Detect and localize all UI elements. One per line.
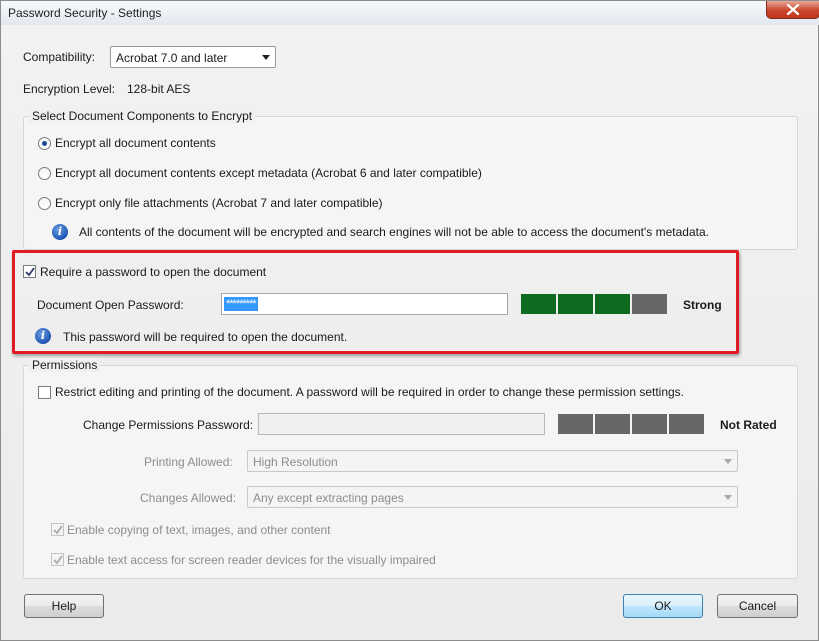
compatibility-label: Compatibility: (23, 50, 96, 64)
title-bar: Password Security - Settings (1, 1, 819, 25)
permissions-group-title: Permissions (29, 358, 101, 372)
changes-allowed-value: Any except extracting pages (253, 491, 404, 505)
enable-screen-reader-label: Enable text access for screen reader dev… (67, 553, 436, 567)
highlight-box (12, 250, 739, 354)
window-title: Password Security - Settings (8, 6, 162, 20)
radio-encrypt-all-label: Encrypt all document contents (55, 136, 216, 150)
permissions-password-strength-text: Not Rated (720, 418, 777, 432)
radio-encrypt-except-metadata-label: Encrypt all document contents except met… (55, 166, 482, 180)
help-button[interactable]: Help (24, 594, 104, 618)
cancel-button[interactable]: Cancel (717, 594, 798, 618)
ok-button[interactable]: OK (623, 594, 703, 618)
encryption-level-label: Encryption Level: (23, 82, 116, 96)
close-button[interactable] (766, 1, 819, 19)
changes-allowed-label: Changes Allowed: (140, 491, 237, 505)
changes-allowed-select[interactable]: Any except extracting pages (247, 486, 738, 508)
password-security-dialog: Password Security - Settings Compatibili… (0, 0, 819, 641)
radio-encrypt-all[interactable] (38, 137, 51, 150)
printing-allowed-select[interactable]: High Resolution (247, 450, 738, 472)
encryption-level-value: 128-bit AES (127, 82, 191, 96)
printing-allowed-label: Printing Allowed: (144, 455, 233, 469)
strength-segment-empty (558, 414, 593, 434)
close-icon (786, 4, 800, 15)
restrict-editing-label: Restrict editing and printing of the doc… (55, 385, 685, 399)
components-group-title: Select Document Components to Encrypt (29, 109, 256, 123)
permissions-password-strength-meter (558, 414, 704, 434)
restrict-editing-checkbox[interactable] (38, 386, 51, 399)
chevron-down-icon (719, 487, 737, 507)
chevron-down-icon (257, 47, 275, 67)
components-info-text: All contents of the document will be enc… (79, 225, 709, 239)
enable-copying-checkbox[interactable] (51, 523, 64, 536)
radio-encrypt-except-metadata[interactable] (38, 167, 51, 180)
change-permissions-password-input[interactable] (258, 413, 545, 435)
enable-copying-label: Enable copying of text, images, and othe… (67, 523, 331, 537)
compatibility-select[interactable]: Acrobat 7.0 and later (110, 46, 276, 68)
checkmark-icon (53, 525, 63, 535)
strength-segment-empty (595, 414, 630, 434)
radio-encrypt-attachments-label: Encrypt only file attachments (Acrobat 7… (55, 196, 383, 210)
compatibility-value: Acrobat 7.0 and later (116, 51, 228, 65)
change-permissions-password-label: Change Permissions Password: (83, 418, 254, 432)
strength-segment-empty (632, 414, 667, 434)
info-icon: i (52, 224, 68, 240)
chevron-down-icon (719, 451, 737, 471)
radio-encrypt-attachments[interactable] (38, 197, 51, 210)
printing-allowed-value: High Resolution (253, 455, 338, 469)
strength-segment-empty (669, 414, 704, 434)
checkmark-icon (53, 555, 63, 565)
enable-screen-reader-checkbox[interactable] (51, 553, 64, 566)
